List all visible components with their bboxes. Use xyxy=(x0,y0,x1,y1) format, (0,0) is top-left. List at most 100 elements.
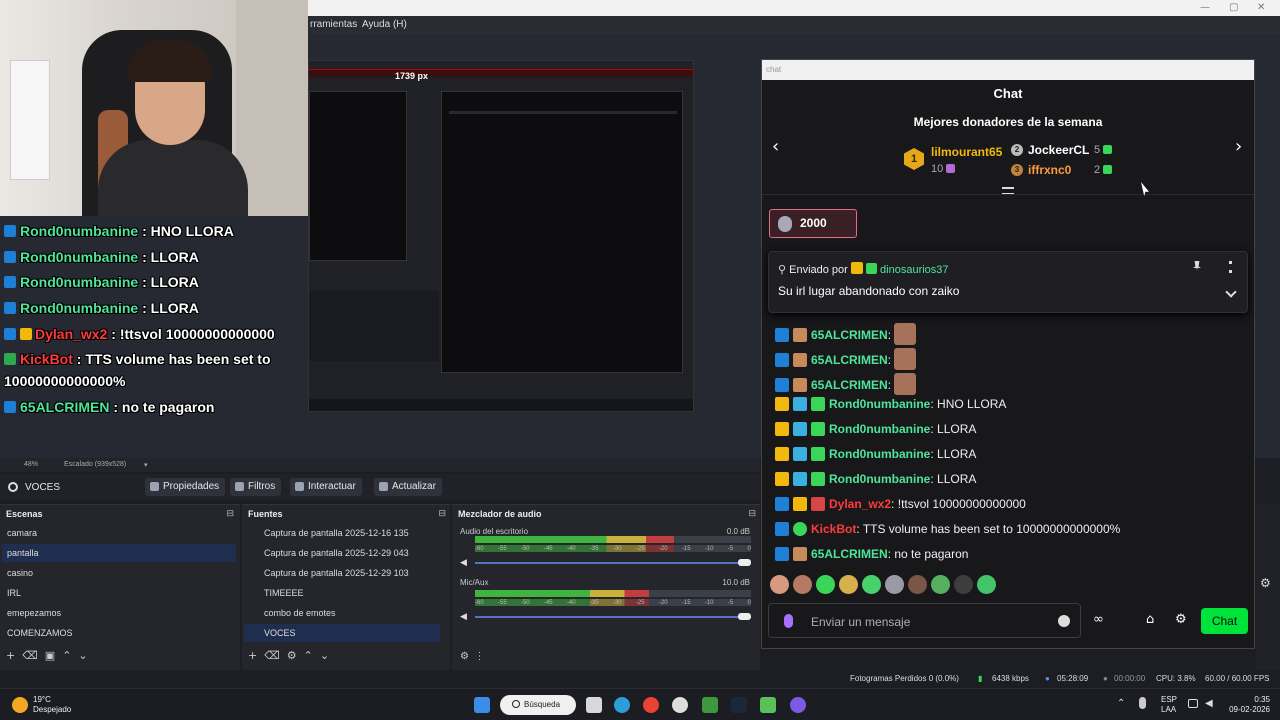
chat-message[interactable]: Rond0numbanine: LLORA xyxy=(775,422,976,436)
chat-message[interactable]: 65ALCRIMEN: xyxy=(775,373,917,395)
volume-icon[interactable]: ◀ xyxy=(1205,698,1213,709)
gear-icon[interactable]: ⚙ xyxy=(460,651,469,662)
scene-item[interactable]: COMENZAMOS xyxy=(2,624,236,642)
chevron-down-icon[interactable] xyxy=(1225,286,1237,298)
source-item[interactable]: TIMEEEE xyxy=(244,584,440,602)
emote-button[interactable] xyxy=(770,575,789,594)
message-input[interactable]: Enviar un mensaje xyxy=(768,603,1081,638)
tray-chevron-icon[interactable]: ⌃ xyxy=(1117,698,1125,709)
zoom-scale[interactable]: Escalado (939x528) xyxy=(64,461,126,468)
clock[interactable]: 0:35 09-02-2026 xyxy=(1226,695,1270,715)
dock-menu-icon[interactable]: ⊟ xyxy=(438,508,446,519)
emote-button[interactable] xyxy=(793,575,812,594)
chat-message[interactable]: KickBot: TTS volume has been set to 1000… xyxy=(775,522,1120,536)
scene-item[interactable]: pantalla xyxy=(2,544,236,562)
volume-slider-knob[interactable] xyxy=(738,613,751,620)
volume-slider-knob[interactable] xyxy=(738,559,751,566)
network-icon[interactable] xyxy=(1188,699,1198,708)
zoom-dropdown-icon[interactable]: ▾ xyxy=(144,461,148,469)
minecraft-icon[interactable] xyxy=(760,697,776,713)
mic-tray-icon[interactable] xyxy=(1139,697,1146,709)
gear-icon[interactable]: ⚙ xyxy=(287,649,297,662)
chrome-icon[interactable] xyxy=(643,697,659,713)
volume-slider[interactable] xyxy=(475,616,751,618)
chat-message[interactable]: 65ALCRIMEN: xyxy=(775,323,917,345)
scene-item[interactable]: emepezamos xyxy=(2,604,236,622)
source-item[interactable]: VOCES xyxy=(244,624,440,642)
next-arrow-icon[interactable]: › xyxy=(1235,136,1242,157)
speaker-icon[interactable]: ◀ xyxy=(460,557,467,568)
dock-menu-icon[interactable]: ⊟ xyxy=(226,508,234,519)
emote-button[interactable] xyxy=(908,575,927,594)
xbox-icon[interactable] xyxy=(702,697,718,713)
infinity-icon[interactable]: ∞ xyxy=(1093,613,1107,627)
pinned-message[interactable]: ⚲ Enviado por dinosaurios37 Su irl lugar… xyxy=(768,251,1248,313)
emote-button[interactable] xyxy=(954,575,973,594)
move-down-icon[interactable]: ⌄ xyxy=(320,649,329,662)
trash-icon[interactable]: ⌫ xyxy=(264,649,280,662)
filters-button[interactable]: Filtros xyxy=(230,478,282,496)
minimize-icon[interactable]: — xyxy=(1200,2,1210,13)
refresh-button[interactable]: Actualizar xyxy=(374,478,442,496)
zoom-percent[interactable]: 48% xyxy=(24,461,38,468)
language-indicator[interactable]: ESP LAA xyxy=(1161,695,1177,715)
menu-tools[interactable]: rramientas xyxy=(310,19,357,30)
dock-menu-icon[interactable]: ⊟ xyxy=(748,508,756,519)
edge-icon[interactable] xyxy=(614,697,630,713)
volume-slider[interactable] xyxy=(475,562,751,564)
chat-message[interactable]: 65ALCRIMEN: no te pagaron xyxy=(775,547,968,561)
gear-icon[interactable]: ⚙ xyxy=(1260,576,1271,590)
chat-message[interactable]: 65ALCRIMEN: xyxy=(775,348,917,370)
send-chat-button[interactable]: Chat xyxy=(1201,608,1248,634)
emote-button[interactable] xyxy=(977,575,996,594)
mic-icon[interactable] xyxy=(784,614,793,628)
chat-message[interactable]: Rond0numbanine: LLORA xyxy=(775,472,976,486)
source-item[interactable]: Captura de pantalla 2025-12-29 043 xyxy=(244,544,440,562)
emote-button[interactable] xyxy=(839,575,858,594)
start-icon[interactable] xyxy=(474,697,490,713)
more-options-icon[interactable] xyxy=(1229,261,1232,273)
chat-message[interactable]: Rond0numbanine: LLORA xyxy=(775,447,976,461)
scene-item[interactable]: casino xyxy=(2,564,236,582)
donor-3-name[interactable]: iffrxnc0 xyxy=(1028,163,1071,177)
pin-action-icon[interactable] xyxy=(1193,261,1201,271)
emoji-icon[interactable] xyxy=(1058,615,1070,627)
move-down-icon[interactable]: ⌄ xyxy=(78,649,87,662)
task-view-icon[interactable] xyxy=(586,697,602,713)
speaker-icon[interactable]: ◀ xyxy=(460,611,467,622)
scene-item[interactable]: camara xyxy=(2,524,236,542)
source-item[interactable]: combo de emotes xyxy=(244,604,440,622)
move-up-icon[interactable]: ⌃ xyxy=(304,649,313,662)
source-item[interactable]: Captura de pantalla 2025-12-29 103 xyxy=(244,564,440,582)
steam-icon[interactable] xyxy=(731,697,747,713)
move-up-icon[interactable]: ⌃ xyxy=(62,649,71,662)
chat-message[interactable]: Dylan_wx2: !ttsvol 10000000000000 xyxy=(775,497,1026,511)
scene-item[interactable]: IRL xyxy=(2,584,236,602)
obs-icon[interactable] xyxy=(672,697,688,713)
filter-icon[interactable]: ▣ xyxy=(45,649,55,662)
close-icon[interactable]: ✕ xyxy=(1257,2,1265,13)
menu-help[interactable]: Ayuda (H) xyxy=(362,19,407,30)
prev-arrow-icon[interactable]: ‹ xyxy=(772,136,779,157)
donor-2-name[interactable]: JockeerCL xyxy=(1028,143,1089,157)
discord-icon[interactable] xyxy=(790,697,806,713)
chat-message[interactable]: Rond0numbanine: HNO LLORA xyxy=(775,397,1006,411)
bits-badge[interactable]: 2000 xyxy=(769,209,857,238)
emote-button[interactable] xyxy=(862,575,881,594)
emote-button[interactable] xyxy=(931,575,950,594)
add-icon[interactable]: + xyxy=(6,649,15,662)
gear-icon[interactable]: ⚙ xyxy=(1175,613,1189,627)
more-options-icon[interactable]: ⋮ xyxy=(475,651,485,662)
weather-widget[interactable]: 19°C Despejado xyxy=(33,695,71,715)
trash-icon[interactable]: ⌫ xyxy=(22,649,38,662)
taskbar-search[interactable]: Búsqueda xyxy=(500,695,576,715)
source-item[interactable]: Captura de pantalla 2025-12-16 135 xyxy=(244,524,440,542)
donor-1-name[interactable]: lilmourant65 xyxy=(931,145,1002,159)
add-icon[interactable]: + xyxy=(248,649,257,662)
interact-button[interactable]: Interactuar xyxy=(290,478,362,496)
emote-button[interactable] xyxy=(885,575,904,594)
store-icon[interactable]: ⌂ xyxy=(1146,613,1160,627)
emote-button[interactable] xyxy=(816,575,835,594)
maximize-icon[interactable]: ▢ xyxy=(1229,2,1238,13)
properties-button[interactable]: Propiedades xyxy=(145,478,226,496)
